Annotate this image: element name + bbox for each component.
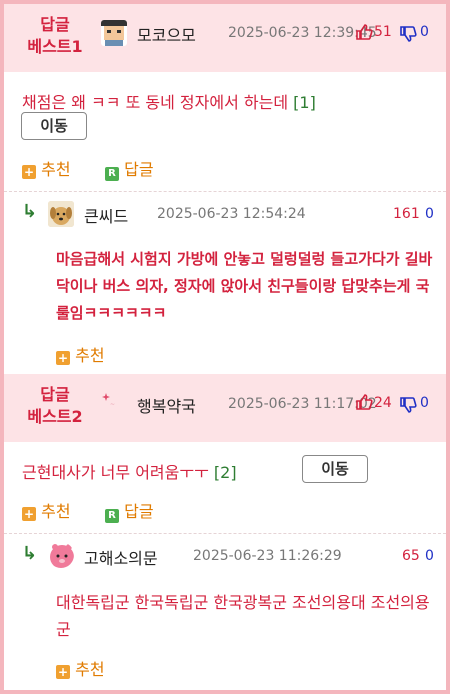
post-title[interactable]: 근현대사가 너무 어려움ㅜㅜ [2] [22,459,237,483]
reply-arrow-icon: ↳ [22,201,38,222]
pixel-avatar-icon [101,20,127,46]
avatar[interactable] [101,20,127,46]
avatar[interactable]: ~ [101,389,127,415]
recommend-button[interactable]: + 추천 [56,656,105,680]
thumbs-down-icon[interactable] [399,396,417,414]
recommend-button[interactable]: + 추천 [22,498,71,522]
reply-label: 답글 [124,502,154,521]
recommend-label: 추천 [75,660,105,679]
reply-date: 2025-06-23 12:54:24 [157,206,306,222]
reply-comment-text: 마음급해서 시험지 가방에 안놓고 덜렁덜렁 들고가다가 길바닥이나 버스 의자… [56,250,433,322]
author-nickname[interactable]: 모코으모 [137,22,196,46]
move-button[interactable]: 이동 [21,112,87,140]
reply-arrow-icon: ↳ [22,543,38,564]
reply-author-nickname[interactable]: 고해소의문 [84,545,158,569]
plus-icon: + [56,351,70,365]
avatar[interactable] [48,201,74,227]
reply-downvote-count: 0 [425,548,434,564]
reply-button[interactable]: R 답글 [105,498,154,523]
post-title[interactable]: 채점은 왜 ㅋㅋ 또 동네 정자에서 하는데 [1] [22,89,316,113]
downvote-count: 0 [420,24,429,40]
best-badge: 답글 베스트2 [20,384,90,428]
best-badge-line2: 베스트2 [27,407,83,426]
best-badge-line2: 베스트1 [27,37,83,56]
plus-icon: + [22,507,36,521]
best-badge: 답글 베스트1 [20,14,90,58]
recommend-label: 추천 [75,346,105,365]
upvote-count: 51 [374,24,392,40]
post-title-text[interactable]: 근현대사가 너무 어려움ㅜㅜ [22,463,209,482]
reply-upvote-count: 161 [393,206,420,222]
thumbs-down-icon[interactable] [399,25,417,43]
reply-comment-text: 대한독립군 한국독립군 한국광복군 조선의용대 조선의용군 [56,593,430,639]
recommend-button[interactable]: + 추천 [56,342,105,366]
recommend-label: 추천 [41,160,71,179]
best-badge-line1: 답글 [40,385,70,404]
plus-icon: + [22,165,36,179]
reply-label: 답글 [124,160,154,179]
move-button[interactable]: 이동 [302,455,368,483]
reply-r-icon: R [105,167,119,181]
divider [4,533,446,534]
reply-downvote-count: 0 [425,206,434,222]
reply-upvote-count: 65 [402,548,420,564]
plus-icon: + [56,665,70,679]
pink-character-avatar-icon [50,544,74,568]
reply-date: 2025-06-23 11:26:29 [193,548,342,564]
dog-avatar-icon [48,201,74,227]
reply-count: [2] [213,463,237,482]
svg-text:~: ~ [110,401,115,408]
reply-r-icon: R [105,509,119,523]
post-title-text[interactable]: 채점은 왜 ㅋㅋ 또 동네 정자에서 하는데 [22,93,288,112]
recommend-button[interactable]: + 추천 [22,156,71,180]
downvote-count: 0 [420,395,429,411]
upvote-count: 24 [374,395,392,411]
sparkle-avatar-icon: ~ [102,393,115,408]
best-badge-line1: 답글 [40,15,70,34]
reply-count: [1] [293,93,316,112]
avatar[interactable] [48,542,74,568]
author-nickname[interactable]: 행복약국 [137,393,196,417]
reply-button[interactable]: R 답글 [105,156,154,181]
reply-author-nickname[interactable]: 큰씨드 [84,203,128,227]
divider [4,191,446,192]
recommend-label: 추천 [41,502,71,521]
